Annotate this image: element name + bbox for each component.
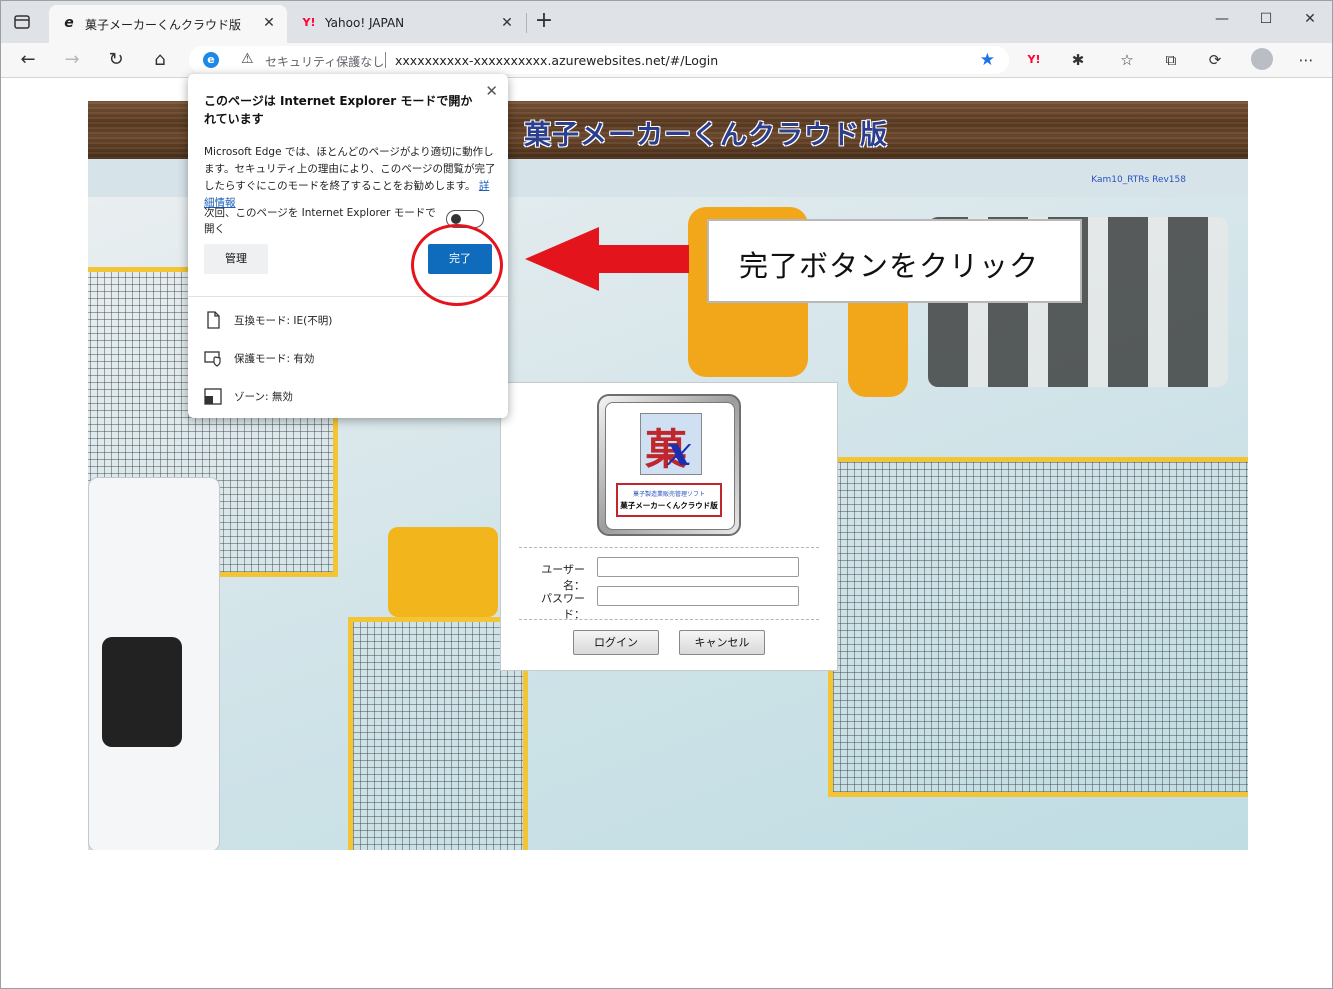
logo-mark: 菓 x xyxy=(640,413,702,475)
manage-button[interactable]: 管理 xyxy=(204,244,268,274)
warning-icon[interactable]: ⚠ xyxy=(241,51,254,67)
login-panel: 菓 x 菓子製造業販売管理ソフト 菓子メーカーくんクラウド版 ユーザー名： パス… xyxy=(500,382,838,671)
zone-text: ゾーン: 無効 xyxy=(234,391,293,403)
ie-mode-icon[interactable]: e xyxy=(203,52,219,68)
tab-title: 菓子メーカーくんクラウド版 xyxy=(85,18,242,32)
home-button[interactable]: ⌂ xyxy=(148,48,172,72)
close-icon[interactable]: ✕ xyxy=(499,15,515,31)
protected-mode-text: 保護モード: 有効 xyxy=(234,353,315,365)
profile-avatar[interactable] xyxy=(1251,48,1273,70)
logo-inner: 菓 x 菓子製造業販売管理ソフト 菓子メーカーくんクラウド版 xyxy=(605,402,735,530)
banner-title: 菓子メーカーくんクラウド版 xyxy=(524,120,888,151)
callout-text: 完了ボタンをクリック xyxy=(739,249,1040,283)
fence-right xyxy=(828,457,1248,797)
ie-icon: e xyxy=(64,15,74,31)
protected-mode-row: 保護モード: 有効 xyxy=(204,348,494,368)
refresh-button[interactable]: ↻ xyxy=(104,48,128,72)
extensions-icon[interactable]: ✱ xyxy=(1067,49,1089,71)
yahoo-extension-icon[interactable]: Y! xyxy=(1023,49,1045,71)
compat-mode-text: 互換モード: IE(不明) xyxy=(234,315,333,327)
cancel-button[interactable]: キャンセル xyxy=(679,630,765,655)
favorite-star-icon[interactable]: ★ xyxy=(980,50,995,70)
logo-name: 菓子メーカーくんクラウド版 xyxy=(620,501,718,510)
toggle-knob xyxy=(451,214,461,224)
username-input[interactable] xyxy=(597,557,799,577)
tab-title: Yahoo! JAPAN xyxy=(325,16,405,30)
security-status[interactable]: セキュリティ保護なし xyxy=(265,53,384,70)
more-menu-icon[interactable]: ⋯ xyxy=(1295,49,1317,71)
address-bar[interactable]: e ⚠ セキュリティ保護なし xxxxxxxxxx-xxxxxxxxxx.azu… xyxy=(189,46,1009,74)
logo-caption: 菓子製造業販売管理ソフト 菓子メーカーくんクラウド版 xyxy=(616,483,722,517)
orange-robot-arm xyxy=(848,287,908,397)
logo-x: x xyxy=(667,428,691,475)
url-text[interactable]: xxxxxxxxxx-xxxxxxxxxx.azurewebsites.net/… xyxy=(395,53,718,68)
password-label: パスワード： xyxy=(541,592,585,621)
back-button[interactable]: ← xyxy=(16,48,40,72)
divider xyxy=(519,547,819,548)
new-tab-button[interactable]: + xyxy=(533,10,555,33)
yellow-cart xyxy=(388,527,498,617)
popup-title: このページは Internet Explorer モードで開かれています xyxy=(204,94,473,126)
compat-mode-row: 互換モード: IE(不明) xyxy=(204,310,494,330)
tab-bar: e 菓子メーカーくんクラウド版 ✕ Y! Yahoo! JAPAN ✕ + — … xyxy=(1,1,1332,43)
popup-body: Microsoft Edge では、ほとんどのページがより適切に動作します。セキ… xyxy=(204,144,496,212)
minimize-button[interactable]: — xyxy=(1207,11,1237,31)
shield-icon xyxy=(204,351,221,367)
window-close-button[interactable]: ✕ xyxy=(1295,11,1325,31)
address-divider xyxy=(385,52,386,68)
tab-yahoo[interactable]: Y! Yahoo! JAPAN ✕ xyxy=(289,5,525,43)
divider xyxy=(519,619,819,620)
close-icon[interactable]: ✕ xyxy=(485,82,498,100)
forward-button[interactable]: → xyxy=(60,48,84,72)
yahoo-icon: Y! xyxy=(302,16,316,29)
login-button[interactable]: ログイン xyxy=(573,630,659,655)
app-logo: 菓 x 菓子製造業販売管理ソフト 菓子メーカーくんクラウド版 xyxy=(597,394,741,536)
logo-subtitle: 菓子製造業販売管理ソフト xyxy=(632,491,705,498)
ie-reload-icon[interactable]: ⟳ xyxy=(1204,49,1226,71)
navigation-toolbar: ← → ↻ ⌂ e ⚠ セキュリティ保護なし xxxxxxxxxx-xxxxxx… xyxy=(1,43,1332,78)
red-arrow-icon xyxy=(525,227,689,291)
popup-body-text: Microsoft Edge では、ほとんどのページがより適切に動作します。セキ… xyxy=(204,146,496,192)
tab-actions-icon[interactable] xyxy=(13,13,31,31)
instruction-callout: 完了ボタンをクリック xyxy=(707,219,1082,303)
close-icon[interactable]: ✕ xyxy=(261,15,277,31)
username-label: ユーザー名： xyxy=(541,563,585,592)
zone-icon xyxy=(204,388,222,405)
version-label: Kam10_RTRs Rev158 xyxy=(1091,175,1186,185)
tab-separator xyxy=(526,13,527,33)
control-panel xyxy=(102,637,182,747)
highlight-circle xyxy=(411,224,503,306)
zone-row: ゾーン: 無効 xyxy=(204,386,494,406)
toggle-label: 次回、このページを Internet Explorer モードで開く xyxy=(204,207,436,235)
password-input[interactable] xyxy=(597,586,799,606)
tab-kashi-maker[interactable]: e 菓子メーカーくんクラウド版 ✕ xyxy=(49,5,287,43)
page-icon xyxy=(207,311,220,329)
favorites-icon[interactable]: ☆ xyxy=(1116,49,1138,71)
collections-icon[interactable]: ⧉ xyxy=(1160,49,1182,71)
maximize-button[interactable]: ☐ xyxy=(1251,11,1281,31)
browser-window: e 菓子メーカーくんクラウド版 ✕ Y! Yahoo! JAPAN ✕ + — … xyxy=(0,0,1333,989)
